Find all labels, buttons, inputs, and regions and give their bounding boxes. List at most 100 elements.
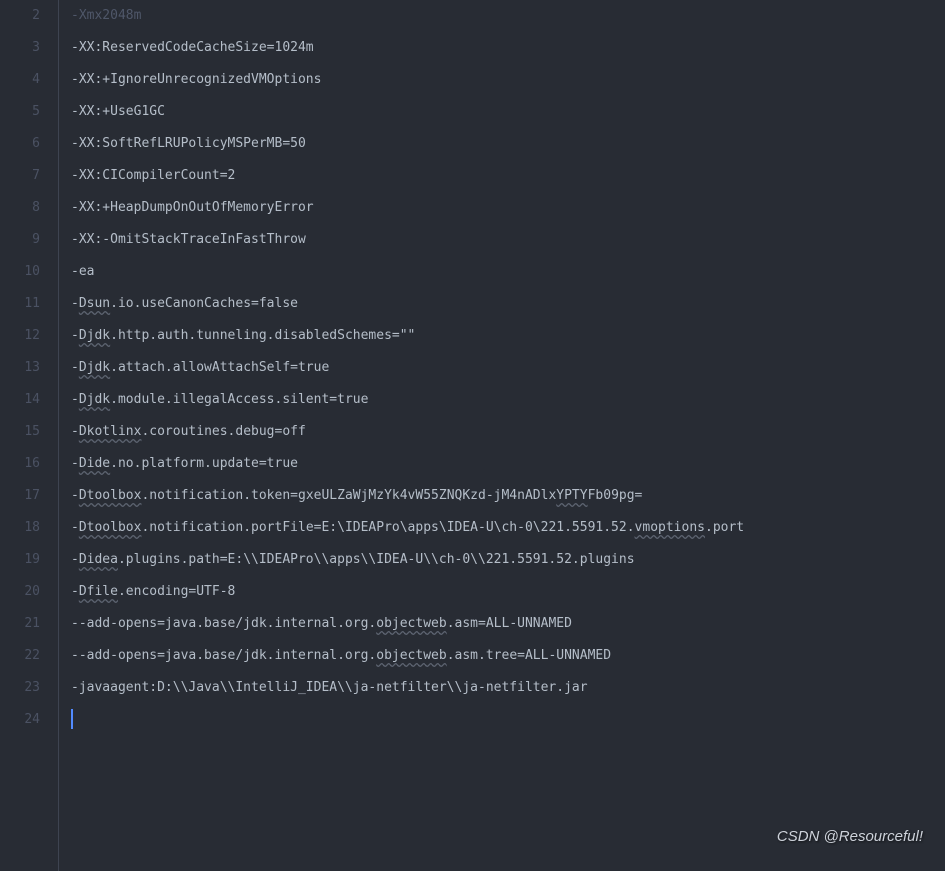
code-editor[interactable]: 23456789101112131415161718192021222324 -… bbox=[0, 0, 945, 871]
code-line[interactable]: -XX:CICompilerCount=2 bbox=[71, 160, 945, 192]
code-text: -ea bbox=[71, 264, 94, 279]
code-text: -javaagent:D:\\Java\\IntelliJ_IDEA\\ja-n… bbox=[71, 680, 588, 695]
code-line[interactable]: -Dtoolbox.notification.portFile=E:\IDEAP… bbox=[71, 512, 945, 544]
code-text: - bbox=[71, 552, 79, 567]
line-number: 23 bbox=[0, 672, 40, 704]
code-line[interactable]: -Dkotlinx.coroutines.debug=off bbox=[71, 416, 945, 448]
code-line[interactable]: -XX:+HeapDumpOnOutOfMemoryError bbox=[71, 192, 945, 224]
code-text: -XX:-OmitStackTraceInFastThrow bbox=[71, 232, 306, 247]
line-number: 14 bbox=[0, 384, 40, 416]
scrollbar-vertical[interactable] bbox=[931, 0, 945, 871]
code-text: .io.useCanonCaches=false bbox=[110, 296, 298, 311]
code-line[interactable]: -XX:-OmitStackTraceInFastThrow bbox=[71, 224, 945, 256]
code-text: - bbox=[71, 296, 79, 311]
code-text: - bbox=[71, 360, 79, 375]
line-number: 8 bbox=[0, 192, 40, 224]
code-line[interactable]: --add-opens=java.base/jdk.internal.org.o… bbox=[71, 640, 945, 672]
code-text: --add-opens=java.base/jdk.internal.org. bbox=[71, 648, 376, 663]
code-text: .plugins.path=E:\\IDEAPro\\apps\\IDEA-U\… bbox=[118, 552, 635, 567]
code-line[interactable]: -Djdk.attach.allowAttachSelf=true bbox=[71, 352, 945, 384]
line-number: 10 bbox=[0, 256, 40, 288]
line-number: 2 bbox=[0, 0, 40, 32]
spellcheck-underline: Dsun bbox=[79, 296, 110, 311]
line-number: 15 bbox=[0, 416, 40, 448]
code-text: - bbox=[71, 424, 79, 439]
line-number: 22 bbox=[0, 640, 40, 672]
code-text: -XX:CICompilerCount=2 bbox=[71, 168, 235, 183]
code-line[interactable] bbox=[71, 704, 945, 736]
code-line[interactable]: -javaagent:D:\\Java\\IntelliJ_IDEA\\ja-n… bbox=[71, 672, 945, 704]
code-text: -XX:+HeapDumpOnOutOfMemoryError bbox=[71, 200, 314, 215]
cursor bbox=[71, 709, 73, 729]
spellcheck-underline: Dkotlinx bbox=[79, 424, 142, 439]
line-number: 20 bbox=[0, 576, 40, 608]
spellcheck-underline: Dide bbox=[79, 456, 110, 471]
code-text: .encoding=UTF-8 bbox=[118, 584, 235, 599]
code-line[interactable]: -Dtoolbox.notification.token=gxeULZaWjMz… bbox=[71, 480, 945, 512]
spellcheck-underline: Djdk bbox=[79, 328, 110, 343]
code-text: -XX:+IgnoreUnrecognizedVMOptions bbox=[71, 72, 321, 87]
line-number: 6 bbox=[0, 128, 40, 160]
spellcheck-underline: objectweb bbox=[376, 648, 446, 663]
code-area[interactable]: -Xmx2048m -XX:ReservedCodeCacheSize=1024m… bbox=[58, 0, 945, 871]
spellcheck-underline: Djdk bbox=[79, 392, 110, 407]
line-number: 19 bbox=[0, 544, 40, 576]
spellcheck-underline: vmoptions bbox=[635, 520, 705, 535]
code-line[interactable]: -XX:SoftRefLRUPolicyMSPerMB=50 bbox=[71, 128, 945, 160]
code-text: .attach.allowAttachSelf=true bbox=[110, 360, 329, 375]
code-line[interactable]: -Xmx2048m bbox=[71, 0, 945, 32]
watermark: CSDN @Resourceful! bbox=[777, 821, 923, 853]
spellcheck-underline: Dfile bbox=[79, 584, 118, 599]
code-line[interactable]: -Djdk.module.illegalAccess.silent=true bbox=[71, 384, 945, 416]
code-text: - bbox=[71, 456, 79, 471]
spellcheck-underline: Djdk bbox=[79, 360, 110, 375]
code-text: .notification.portFile=E:\IDEAPro\apps\I… bbox=[141, 520, 634, 535]
spellcheck-underline: objectweb bbox=[376, 616, 446, 631]
code-line[interactable]: -Dsun.io.useCanonCaches=false bbox=[71, 288, 945, 320]
spellcheck-underline: Didea bbox=[79, 552, 118, 567]
code-text: -XX:ReservedCodeCacheSize=1024m bbox=[71, 40, 314, 55]
line-number: 18 bbox=[0, 512, 40, 544]
code-text: -Xmx2048m bbox=[71, 8, 141, 23]
code-text: - bbox=[71, 584, 79, 599]
code-text: Fb09pg= bbox=[588, 488, 643, 503]
gutter: 23456789101112131415161718192021222324 bbox=[0, 0, 58, 871]
code-text: .coroutines.debug=off bbox=[141, 424, 305, 439]
code-text: - bbox=[71, 392, 79, 407]
line-number: 21 bbox=[0, 608, 40, 640]
code-text: -XX:+UseG1GC bbox=[71, 104, 165, 119]
code-line[interactable]: -XX:ReservedCodeCacheSize=1024m bbox=[71, 32, 945, 64]
code-text: - bbox=[71, 328, 79, 343]
line-number: 16 bbox=[0, 448, 40, 480]
code-text: .module.illegalAccess.silent=true bbox=[110, 392, 368, 407]
line-number: 4 bbox=[0, 64, 40, 96]
code-line[interactable]: -Didea.plugins.path=E:\\IDEAPro\\apps\\I… bbox=[71, 544, 945, 576]
line-number: 13 bbox=[0, 352, 40, 384]
code-line[interactable]: -Djdk.http.auth.tunneling.disabledScheme… bbox=[71, 320, 945, 352]
code-text: --add-opens=java.base/jdk.internal.org. bbox=[71, 616, 376, 631]
code-text: .port bbox=[705, 520, 744, 535]
code-line[interactable]: --add-opens=java.base/jdk.internal.org.o… bbox=[71, 608, 945, 640]
line-number: 7 bbox=[0, 160, 40, 192]
line-number: 9 bbox=[0, 224, 40, 256]
spellcheck-underline: Dtoolbox bbox=[79, 520, 142, 535]
code-text: .asm.tree=ALL-UNNAMED bbox=[447, 648, 611, 663]
code-text: - bbox=[71, 488, 79, 503]
line-number: 11 bbox=[0, 288, 40, 320]
code-line[interactable]: -XX:+IgnoreUnrecognizedVMOptions bbox=[71, 64, 945, 96]
line-number: 17 bbox=[0, 480, 40, 512]
code-line[interactable]: -Dfile.encoding=UTF-8 bbox=[71, 576, 945, 608]
code-line[interactable]: -ea bbox=[71, 256, 945, 288]
code-text: .asm=ALL-UNNAMED bbox=[447, 616, 572, 631]
spellcheck-underline: Dtoolbox bbox=[79, 488, 142, 503]
code-text: -XX:SoftRefLRUPolicyMSPerMB=50 bbox=[71, 136, 306, 151]
code-line[interactable]: -XX:+UseG1GC bbox=[71, 96, 945, 128]
line-number: 12 bbox=[0, 320, 40, 352]
code-text: .http.auth.tunneling.disabledSchemes="" bbox=[110, 328, 415, 343]
spellcheck-underline: YPTY bbox=[556, 488, 587, 503]
code-text: .notification.token=gxeULZaWjMzYk4vW55ZN… bbox=[141, 488, 556, 503]
code-text: .no.platform.update=true bbox=[110, 456, 298, 471]
code-line[interactable]: -Dide.no.platform.update=true bbox=[71, 448, 945, 480]
code-text: - bbox=[71, 520, 79, 535]
line-number: 3 bbox=[0, 32, 40, 64]
